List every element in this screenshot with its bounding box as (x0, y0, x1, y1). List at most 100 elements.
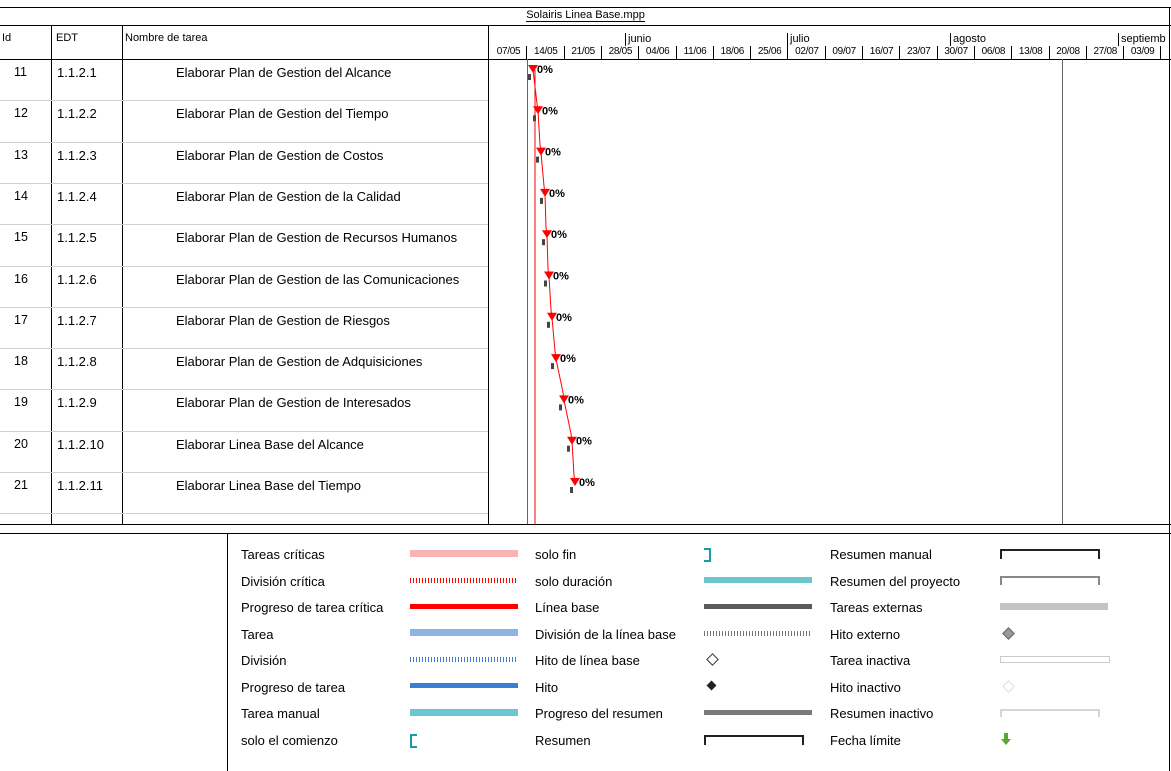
timeline-week-label: 03/09 (1130, 46, 1155, 57)
dependency-link (532, 69, 576, 484)
task-bar-marker[interactable] (536, 147, 546, 156)
task-name: Elaborar Plan de Gestion de Interesados (176, 395, 411, 411)
timeline-week-label: 25/06 (757, 46, 782, 57)
legend-symbol-finish-only (704, 545, 711, 562)
legend-symbol-inactive-summary (1000, 704, 1100, 717)
table-row[interactable]: 16 1.1.2.6 Elaborar Plan de Gestion de las… (0, 267, 488, 308)
task-edt: 1.1.2.8 (57, 354, 97, 370)
legend-left-divider (227, 533, 228, 771)
task-name: Elaborar Plan de Gestion del Alcance (176, 65, 392, 80)
legend-label: solo el comienzo (241, 732, 338, 748)
header-id: Id (2, 32, 12, 44)
legend-label: División crítica (241, 573, 325, 589)
task-name: Elaborar Plan de Gestion de Riesgos (176, 312, 390, 328)
timeline-week-label: 27/08 (1093, 46, 1118, 57)
chart-gridline-start (527, 59, 528, 525)
legend-symbol-task-progress (410, 678, 518, 688)
table-row[interactable]: 14 1.1.2.4 Elaborar Plan de Gestion de la … (0, 184, 488, 225)
task-bar-marker[interactable] (547, 312, 557, 321)
legend-symbol-manual-summary (1000, 545, 1100, 559)
task-progress-label: 0% (560, 353, 576, 365)
table-row[interactable]: 12 1.1.2.2 Elaborar Plan de Gestion del Ti… (0, 101, 488, 142)
task-bar-marker[interactable] (567, 436, 577, 445)
legend-symbol-critical-split (410, 572, 518, 583)
timeline-week-divider (1160, 46, 1162, 59)
task-bar-marker[interactable] (533, 106, 543, 115)
legend-label: Resumen inactivo (830, 706, 934, 721)
timeline-month-tick (950, 33, 951, 46)
baseline-stub (533, 115, 536, 122)
task-progress-label: 0% (542, 105, 558, 117)
legend-symbol-duration-only (704, 572, 812, 583)
timeline-week-label: 13/08 (1018, 46, 1043, 57)
legend-label: Progreso de tarea (241, 679, 346, 695)
timeline-week-label: 04/06 (645, 46, 670, 57)
task-id: 19 (14, 395, 28, 410)
legend-label: Hito de línea base (535, 653, 640, 668)
task-name: Elaborar Plan de Gestion de Recursos Hum… (176, 230, 458, 246)
table-row[interactable]: 20 1.1.2.10 Elaborar Linea Base del Alcanc… (0, 432, 488, 473)
legend-symbol-external-tasks (1000, 598, 1108, 610)
table-row[interactable]: 13 1.1.2.3 Elaborar Plan de Gestion de Cos… (0, 143, 488, 184)
task-name: Elaborar Linea Base del Tiempo (176, 478, 362, 493)
timeline-week-label: 18/06 (720, 46, 745, 57)
task-bar-marker[interactable] (570, 478, 580, 486)
table-row[interactable]: 11 1.1.2.1 Elaborar Plan de Gestion del Al… (0, 60, 488, 101)
task-bar-marker[interactable] (528, 65, 538, 73)
gantt-print-view: Solairis Linea Base.mpp Id EDT Nombre de… (0, 0, 1171, 771)
table-row[interactable]: 17 1.1.2.7 Elaborar Plan de Gestion de Rie… (0, 308, 488, 349)
table-row[interactable]: 19 1.1.2.9 Elaborar Plan de Gestion de Int… (0, 390, 488, 431)
task-edt: 1.1.2.3 (57, 147, 97, 163)
task-edt: 1.1.2.9 (57, 395, 97, 411)
task-progress-label: 0% (551, 229, 567, 241)
baseline-stub (551, 363, 554, 370)
task-id: 14 (14, 188, 28, 203)
task-progress-label: 0% (553, 271, 569, 283)
legend-label: División (241, 653, 287, 668)
row-divider (0, 513, 488, 515)
legend-symbol-baseline-milestone (704, 651, 719, 666)
table-row[interactable]: 21 1.1.2.11 Elaborar Linea Base del Tiempo (0, 473, 488, 514)
baseline-stub (542, 239, 545, 246)
legend-label: Fecha límite (830, 732, 901, 748)
task-edt: 1.1.2.4 (57, 188, 97, 204)
table-row[interactable]: 18 1.1.2.8 Elaborar Plan de Gestion de Adq… (0, 349, 488, 390)
task-bar-marker[interactable] (542, 230, 552, 239)
task-bar-marker[interactable] (559, 395, 569, 404)
legend-symbol-critical-task (410, 545, 518, 557)
legend-symbol-inactive-milestone (1000, 678, 1015, 693)
task-id: 18 (14, 354, 28, 369)
header-edt: EDT (56, 32, 78, 44)
chart-gridline-end (1062, 59, 1063, 525)
task-edt: 1.1.2.7 (57, 312, 97, 328)
task-name: Elaborar Plan de Gestion de Costos (176, 147, 384, 163)
legend-label: Tarea inactiva (830, 653, 911, 668)
task-bar-marker[interactable] (551, 354, 561, 363)
legend-label: Resumen manual (830, 547, 932, 562)
task-bar-marker[interactable] (544, 271, 554, 280)
legend-label: División de la línea base (535, 626, 676, 642)
legend-symbol-external-milestone (1000, 625, 1015, 640)
table-row[interactable]: 15 1.1.2.5 Elaborar Plan de Gestion de Rec… (0, 225, 488, 266)
task-bar-marker[interactable] (540, 188, 550, 197)
task-id: 12 (14, 106, 28, 121)
legend-symbol-baseline-split (704, 625, 812, 636)
timeline-month-label: julio (790, 33, 810, 45)
baseline-stub (536, 156, 539, 163)
project-title: Solairis Linea Base.mpp (526, 9, 645, 22)
legend-label: Hito externo (830, 626, 901, 642)
task-progress-label: 0% (549, 188, 565, 200)
legend-label: Tareas externas (830, 600, 923, 615)
legend-symbol-split (410, 651, 518, 662)
task-id: 20 (14, 436, 28, 451)
timeline-month-label: agosto (953, 33, 987, 45)
legend-symbol-summary-progress (704, 704, 812, 715)
task-id: 16 (14, 271, 28, 286)
baseline-stub (570, 487, 573, 493)
task-id: 13 (14, 147, 28, 162)
legend-symbol-start-only (410, 731, 417, 748)
table-bottom-line (0, 524, 1171, 525)
title-underline (0, 25, 1171, 26)
timeline-week-label: 07/05 (496, 46, 521, 57)
timeline-month-tick (787, 33, 788, 46)
